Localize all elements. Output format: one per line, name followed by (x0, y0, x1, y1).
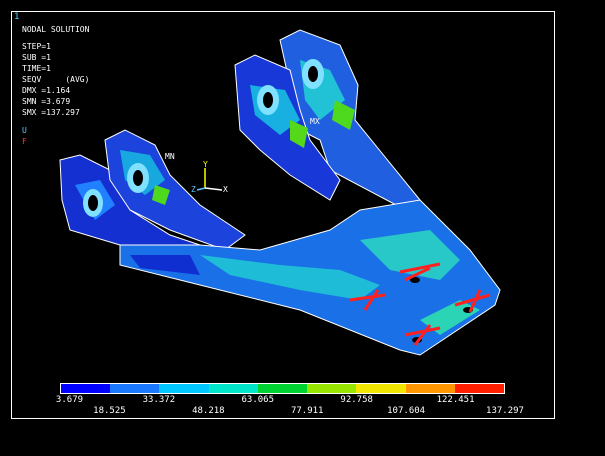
colorbar-tick-label: 122.451 (436, 395, 475, 405)
colorbar-segment (356, 384, 406, 393)
y-axis-label: Y (203, 160, 208, 169)
colorbar-segment (110, 384, 160, 393)
colorbar-segment (257, 384, 308, 393)
colorbar-tick-label: 77.911 (290, 406, 324, 416)
colorbar-segment (61, 384, 111, 393)
max-marker-label: MX (310, 117, 320, 126)
contour-color-bar (60, 383, 505, 394)
coordinate-triad: Y X Z (191, 160, 228, 194)
colorbar-segment (159, 384, 209, 393)
min-marker-label: MN (165, 152, 175, 161)
colorbar-segment (307, 384, 357, 393)
colorbar-segment (405, 384, 455, 393)
z-axis-label: Z (191, 185, 196, 194)
colorbar-tick-label: 63.065 (241, 395, 275, 405)
x-axis-line (204, 187, 223, 191)
colorbar-tick-label: 33.372 (142, 395, 176, 405)
colorbar-segment (208, 384, 258, 393)
x-axis-label: X (223, 185, 228, 194)
colorbar-tick-label: 92.758 (340, 395, 373, 405)
colorbar-tick-label: 18.525 (93, 406, 126, 416)
colorbar-tick-label: 3.679 (55, 395, 84, 405)
colorbar-segment (454, 384, 504, 393)
z-axis-line (196, 187, 206, 191)
colorbar-tick-label: 137.297 (486, 406, 524, 416)
colorbar-tick-label: 48.218 (192, 406, 225, 416)
colorbar-tick-label: 107.604 (387, 406, 426, 416)
